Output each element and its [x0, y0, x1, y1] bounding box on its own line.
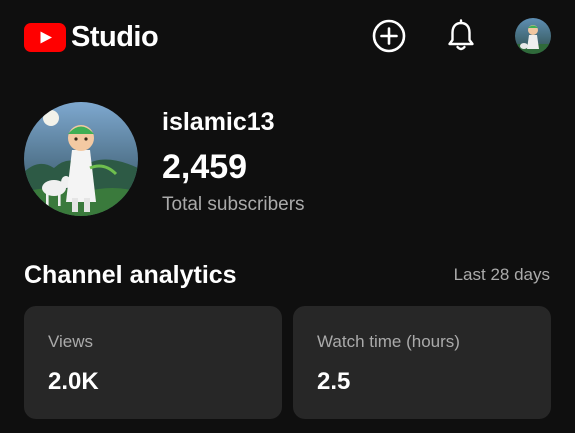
- views-card[interactable]: Views 2.0K: [24, 306, 282, 419]
- views-value: 2.0K: [48, 368, 99, 395]
- top-bar: Studio: [0, 0, 575, 76]
- avatar-image: [515, 18, 551, 54]
- subscriber-count: 2,459: [162, 148, 248, 186]
- watch-time-label: Watch time (hours): [317, 332, 460, 351]
- notifications-button[interactable]: [443, 18, 479, 54]
- add-circle-icon: [372, 19, 406, 53]
- bell-icon: [448, 19, 474, 51]
- analytics-period[interactable]: Last 28 days: [454, 265, 550, 285]
- studio-logo[interactable]: Studio: [24, 21, 159, 53]
- brand-name: Studio: [71, 21, 159, 53]
- channel-avatar-image: [24, 102, 138, 216]
- youtube-logo-icon: [24, 23, 66, 52]
- channel-avatar[interactable]: [24, 102, 138, 216]
- create-button[interactable]: [371, 18, 407, 54]
- account-avatar[interactable]: [515, 18, 551, 54]
- views-label: Views: [48, 332, 94, 351]
- channel-name: islamic13: [162, 108, 275, 136]
- subscriber-label: Total subscribers: [162, 194, 305, 215]
- watch-time-card[interactable]: Watch time (hours) 2.5: [293, 306, 551, 419]
- channel-analytics-title: Channel analytics: [24, 261, 237, 289]
- watch-time-value: 2.5: [317, 368, 351, 395]
